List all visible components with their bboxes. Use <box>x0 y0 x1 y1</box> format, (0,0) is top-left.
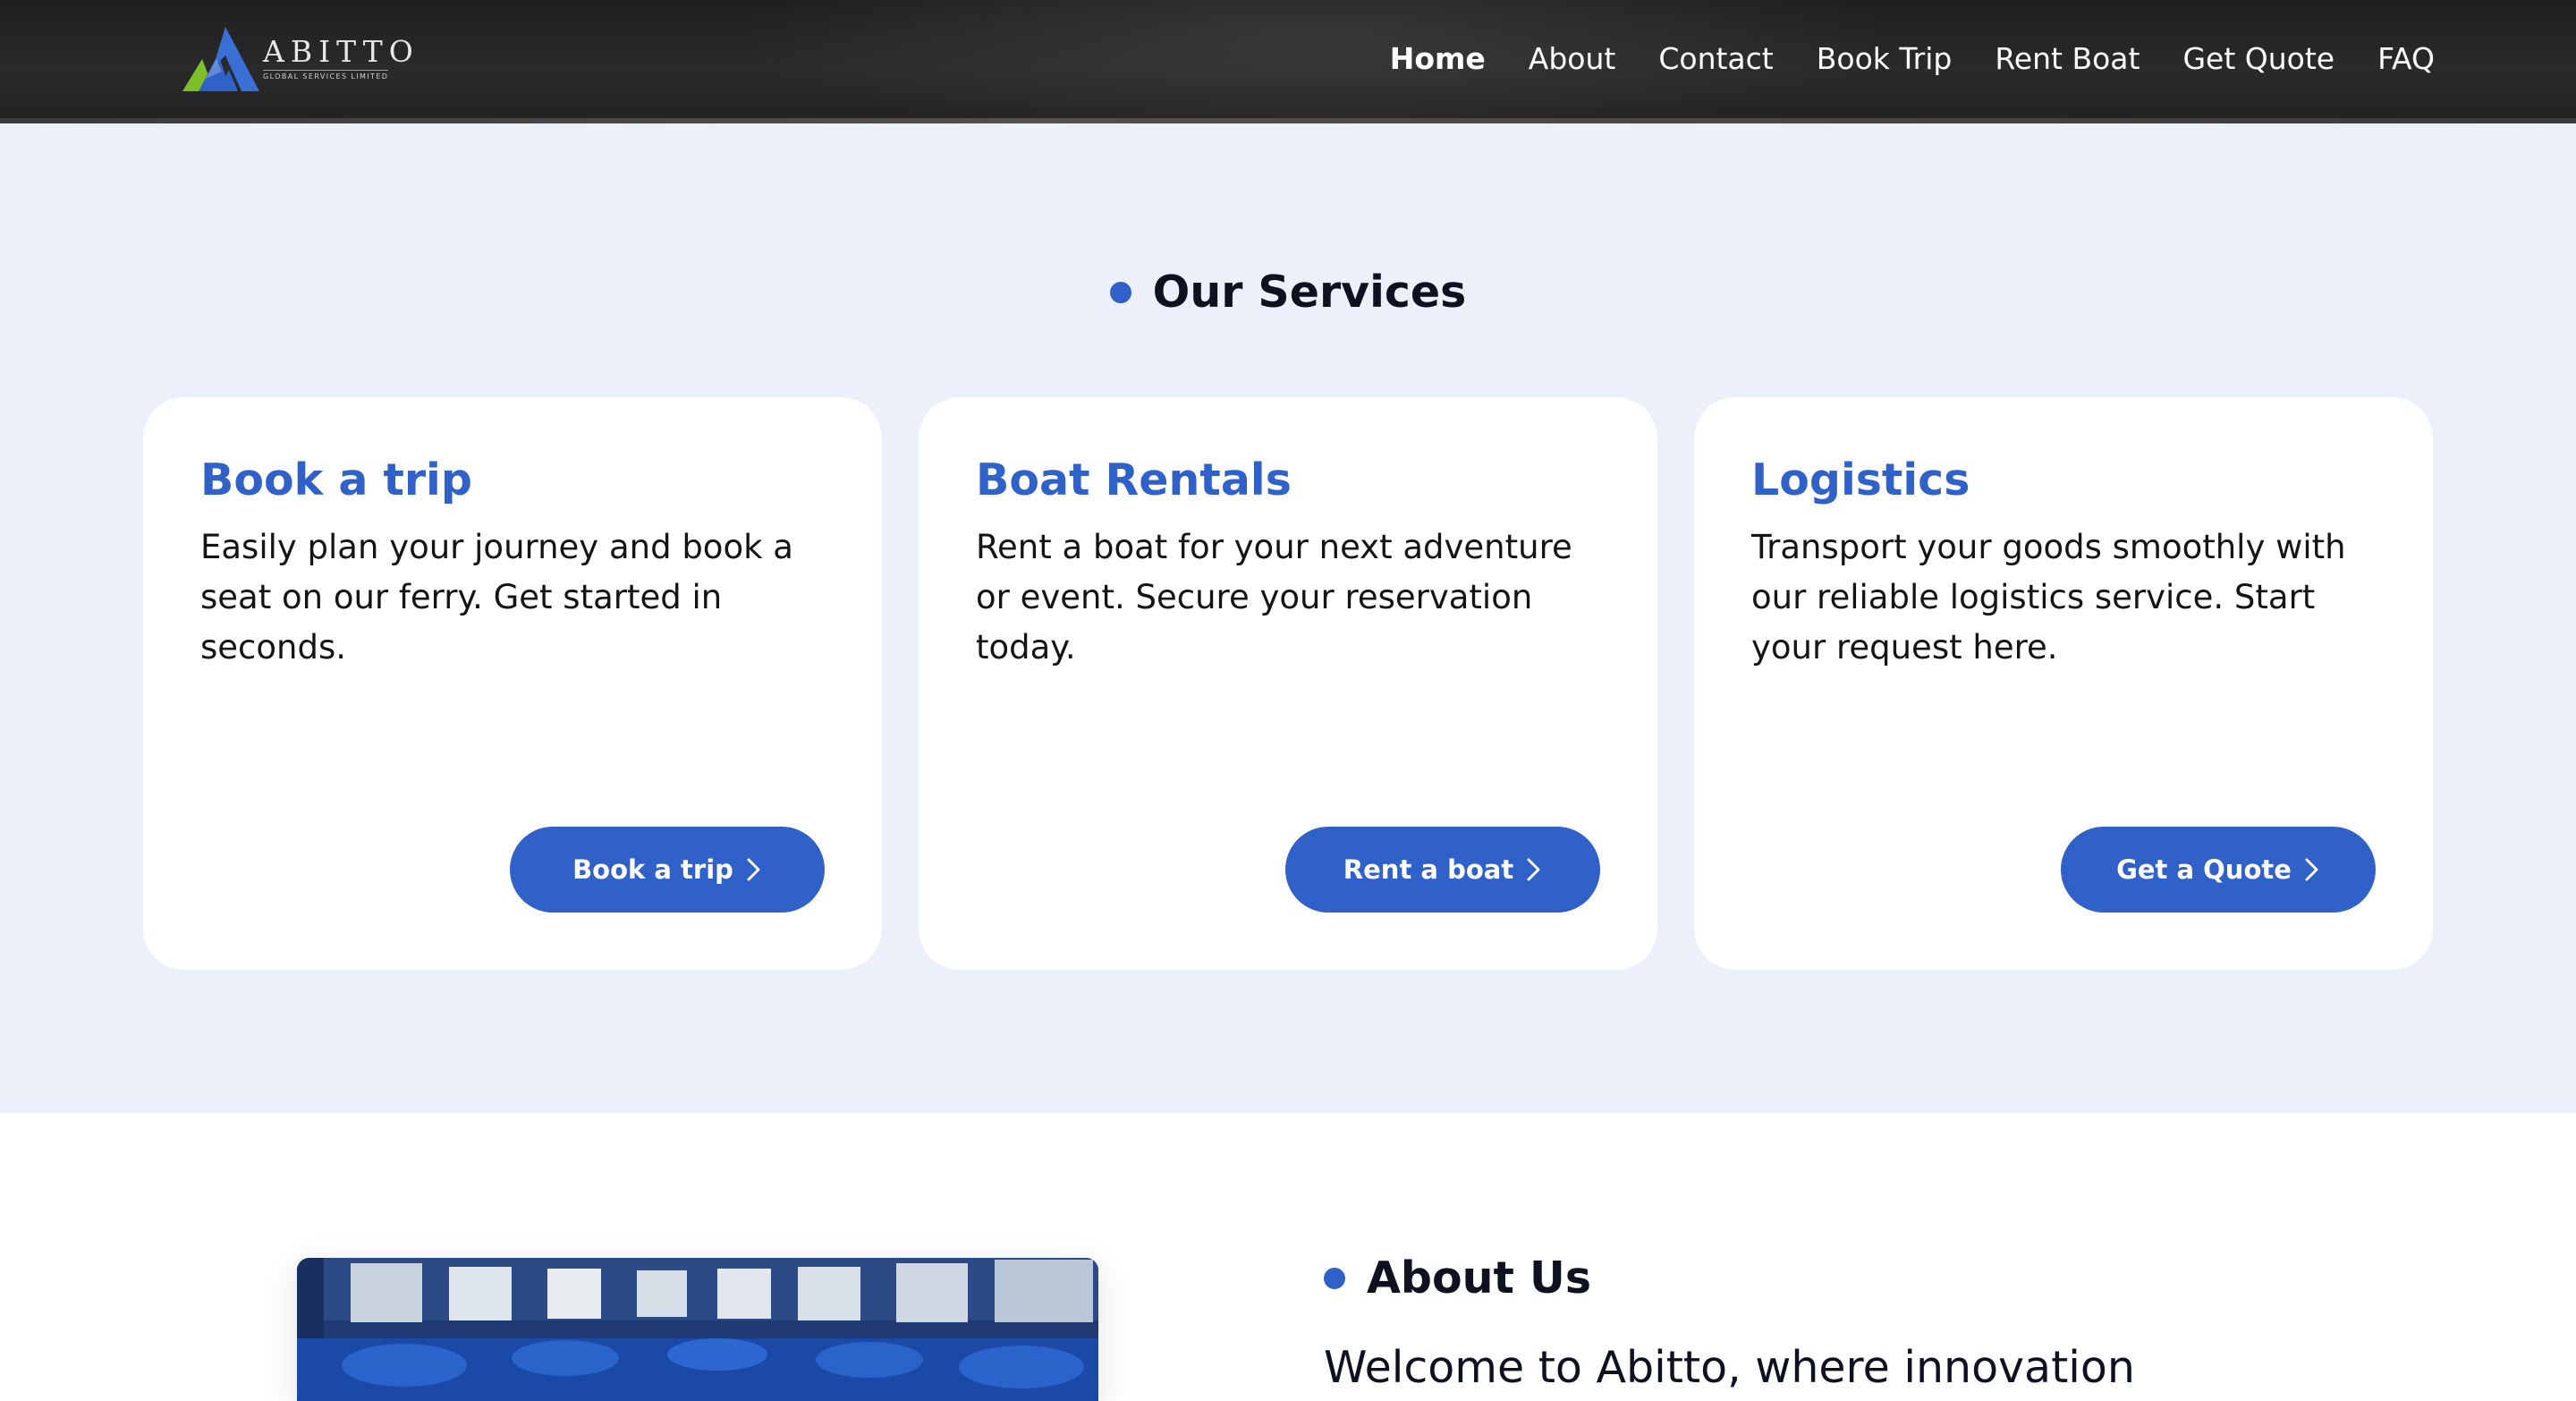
button-label: Book a trip <box>572 854 733 885</box>
service-card-logistics: Logistics Transport your goods smoothly … <box>1694 397 2433 970</box>
about-title: About Us <box>1367 1252 1591 1303</box>
rent-boat-button[interactable]: Rent a boat <box>1285 827 1600 913</box>
dot-icon <box>1324 1267 1345 1289</box>
service-card-title: Logistics <box>1751 454 1970 505</box>
logo-tagline: GLOBAL SERVICES LIMITED <box>263 70 389 81</box>
ferry-interior-image <box>297 1258 1098 1401</box>
book-trip-button[interactable]: Book a trip <box>510 827 825 913</box>
chevron-right-icon <box>2305 858 2318 881</box>
nav-contact[interactable]: Contact <box>1658 38 1773 81</box>
logo-text: ABITTO GLOBAL SERVICES LIMITED <box>263 36 419 81</box>
service-card-description: Transport your goods smoothly with our r… <box>1751 528 2346 667</box>
main-nav: Home About Contact Book Trip Rent Boat G… <box>1390 38 2435 81</box>
services-title: Our Services <box>1152 267 1467 318</box>
nav-get-quote[interactable]: Get Quote <box>2182 38 2334 81</box>
logo-mark-icon <box>182 27 259 91</box>
nav-about[interactable]: About <box>1529 38 1616 81</box>
site-header: ABITTO GLOBAL SERVICES LIMITED Home Abou… <box>0 0 2576 123</box>
about-ferry-photo <box>297 1258 1098 1401</box>
chevron-right-icon <box>1527 858 1540 881</box>
button-label: Get a Quote <box>2116 854 2292 885</box>
service-card-book-trip: Book a trip Easily plan your journey and… <box>143 397 882 970</box>
nav-faq[interactable]: FAQ <box>2377 38 2435 81</box>
button-label: Rent a boat <box>1343 854 1514 885</box>
site-logo[interactable]: ABITTO GLOBAL SERVICES LIMITED <box>179 23 420 93</box>
dot-icon <box>1109 281 1131 303</box>
about-welcome-text: Welcome to Abitto, where innovation <box>1324 1342 2135 1393</box>
service-card-title: Book a trip <box>200 454 472 505</box>
services-section: Our Services Book a trip Easily plan you… <box>0 123 2576 1113</box>
nav-book-trip[interactable]: Book Trip <box>1817 38 1953 81</box>
service-card-description: Rent a boat for your next adventure or e… <box>976 528 1572 667</box>
services-heading: Our Services <box>0 267 2576 318</box>
about-heading: About Us <box>1324 1252 1591 1303</box>
chevron-right-icon <box>747 858 760 881</box>
nav-rent-boat[interactable]: Rent Boat <box>1995 38 2140 81</box>
get-quote-button[interactable]: Get a Quote <box>2061 827 2376 913</box>
service-card-description: Easily plan your journey and book a seat… <box>200 528 793 667</box>
service-card-boat-rentals: Boat Rentals Rent a boat for your next a… <box>919 397 1657 970</box>
nav-home[interactable]: Home <box>1390 38 1486 81</box>
service-card-title: Boat Rentals <box>976 454 1292 505</box>
logo-name: ABITTO <box>263 34 419 69</box>
